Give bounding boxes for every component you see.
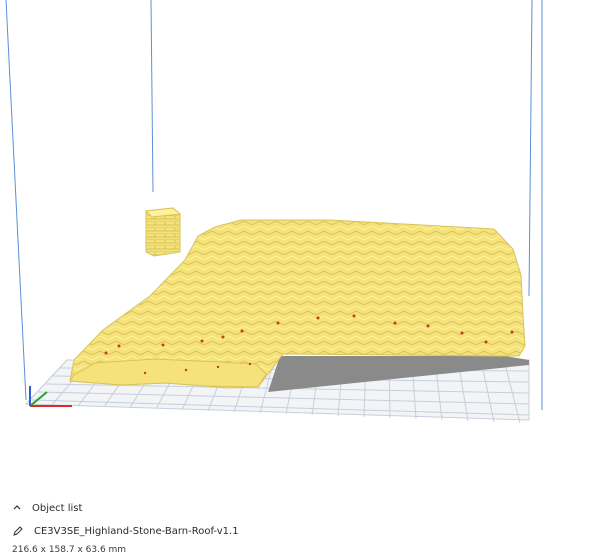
roof-front-edge — [69, 358, 267, 388]
build-volume-edge — [5, 0, 27, 401]
build-volume-edge — [528, 0, 533, 297]
chimney[interactable] — [144, 207, 182, 257]
object-list-toggle[interactable]: Object list — [12, 500, 82, 516]
pencil-icon[interactable] — [12, 525, 24, 537]
object-name: CE3V3SE_Highland-Stone-Barn-Roof-v1.1 — [34, 525, 239, 537]
3d-viewport[interactable] — [0, 0, 600, 490]
object-list-item[interactable]: CE3V3SE_Highland-Stone-Barn-Roof-v1.1 — [12, 523, 239, 539]
object-dimensions: 216.6 x 158.7 x 63.6 mm — [12, 545, 127, 555]
build-volume-scene — [5, 0, 543, 424]
object-list-label: Object list — [32, 502, 83, 514]
build-volume-edge — [150, 0, 154, 193]
chevron-up-icon — [13, 505, 21, 510]
